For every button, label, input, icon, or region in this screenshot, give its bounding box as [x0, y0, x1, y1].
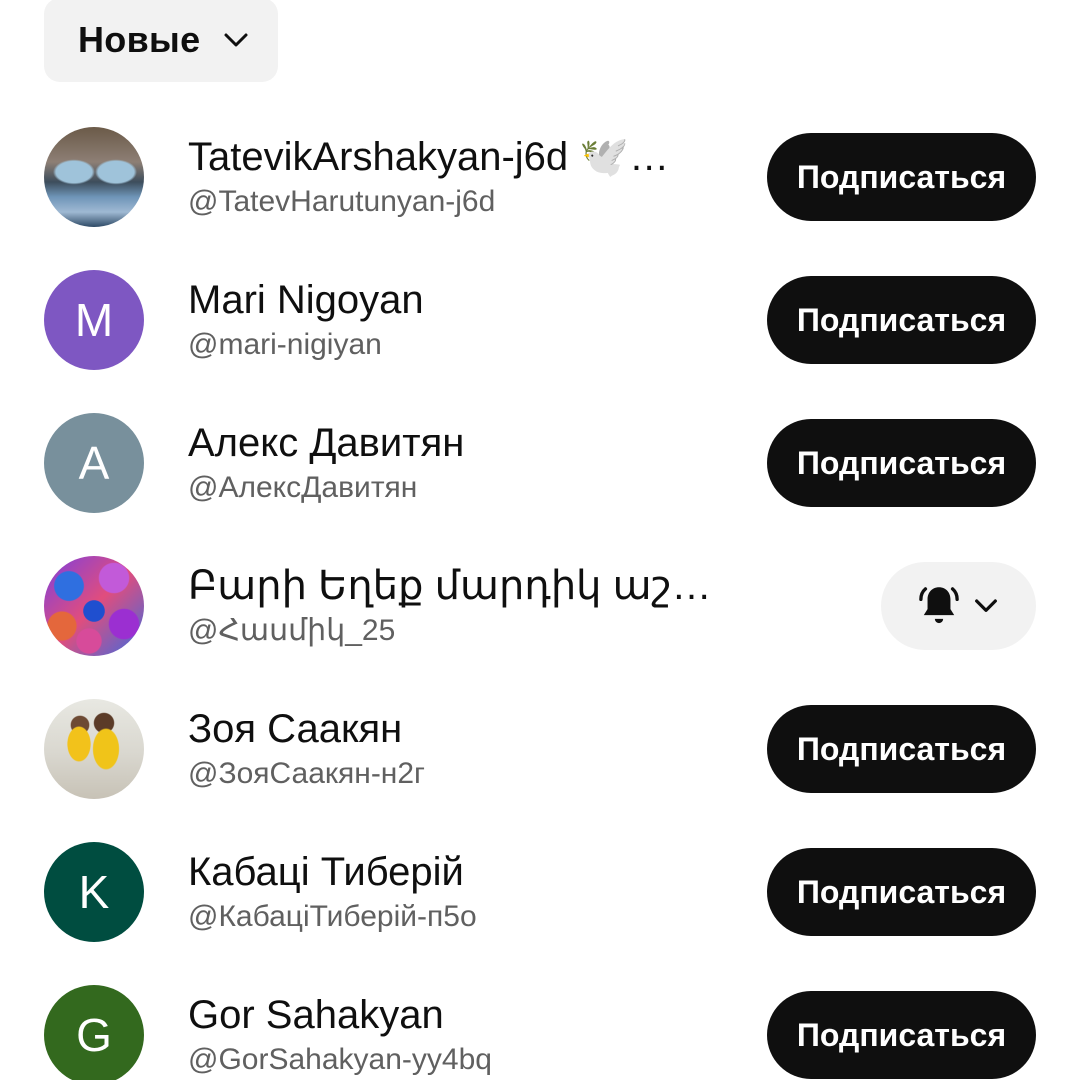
channel-name: Кабаці Тиберій	[188, 850, 464, 894]
avatar[interactable]: G	[44, 985, 144, 1080]
avatar[interactable]: M	[44, 270, 144, 370]
subscribe-button[interactable]: Подписаться	[767, 276, 1036, 364]
avatar-letter: A	[78, 437, 110, 489]
channel-handle: @mari-nigiyan	[188, 328, 382, 361]
channel-name: Gor Sahakyan	[188, 993, 444, 1037]
list-item[interactable]: K Кабаці Тиберій @КабаціТиберій-п5о Подписа…	[0, 820, 1080, 963]
channel-info[interactable]: Mari Nigoyan @mari-nigiyan	[188, 272, 718, 366]
subscribe-button[interactable]: Подписаться	[767, 991, 1036, 1079]
bell-icon	[914, 581, 964, 631]
list-item[interactable]: Բարի Եղեք մարդիկ աշխար... @Հասմիկ_25	[0, 534, 1080, 677]
avatar[interactable]	[44, 127, 144, 227]
chevron-down-icon	[970, 589, 1004, 623]
sort-dropdown[interactable]: Новые	[44, 0, 278, 82]
notification-settings-button[interactable]	[881, 562, 1036, 650]
channel-handle: @GorSahakyan-yy4bq	[188, 1043, 492, 1076]
subscribers-page: Новые TatevikArshakyan-j6d 🕊️… @TatevHaru…	[0, 0, 1080, 1080]
list-item[interactable]: TatevikArshakyan-j6d 🕊️… @TatevHarutunyan…	[0, 105, 1080, 248]
avatar[interactable]: A	[44, 413, 144, 513]
list-item[interactable]: G Gor Sahakyan @GorSahakyan-yy4bq Подписать…	[0, 963, 1080, 1080]
channel-info[interactable]: Зоя Саакян @ЗояСаакян-н2г	[188, 701, 718, 795]
channel-name: Բարի Եղեք մարդիկ աշխար...	[188, 564, 718, 608]
channel-handle: @Հասմիկ_25	[188, 614, 396, 647]
channel-info[interactable]: Алекс Давитян @АлексДавитян	[188, 415, 718, 509]
channel-info[interactable]: Кабаці Тиберій @КабаціТиберій-п5о	[188, 844, 718, 938]
list-item[interactable]: M Mari Nigoyan @mari-nigiyan Подписаться	[0, 248, 1080, 391]
subscribe-button[interactable]: Подписаться	[767, 848, 1036, 936]
avatar-letter: M	[74, 294, 114, 346]
subscribe-button[interactable]: Подписаться	[767, 705, 1036, 793]
avatar[interactable]	[44, 556, 144, 656]
channel-info[interactable]: Gor Sahakyan @GorSahakyan-yy4bq	[188, 987, 718, 1080]
channel-info[interactable]: TatevikArshakyan-j6d 🕊️… @TatevHarutunyan…	[188, 129, 718, 223]
channel-handle: @TatevHarutunyan-j6d	[188, 185, 496, 218]
channel-handle: @АлексДавитян	[188, 471, 418, 504]
chevron-down-icon	[220, 24, 252, 56]
subscribe-button[interactable]: Подписаться	[767, 133, 1036, 221]
avatar[interactable]	[44, 699, 144, 799]
avatar-letter: G	[76, 1009, 112, 1061]
sort-label: Новые	[78, 19, 201, 60]
list-item[interactable]: Зоя Саакян @ЗояСаакян-н2г Подписаться	[0, 677, 1080, 820]
avatar[interactable]: K	[44, 842, 144, 942]
channel-name: Алекс Давитян	[188, 421, 465, 465]
channel-name: Mari Nigoyan	[188, 278, 424, 322]
channel-handle: @ЗояСаакян-н2г	[188, 757, 425, 790]
channel-info[interactable]: Բարի Եղեք մարդիկ աշխար... @Հասմիկ_25	[188, 558, 718, 652]
list-item[interactable]: A Алекс Давитян @АлексДавитян Подписаться	[0, 391, 1080, 534]
subscribe-button[interactable]: Подписаться	[767, 419, 1036, 507]
subscriber-list: TatevikArshakyan-j6d 🕊️… @TatevHarutunyan…	[0, 105, 1080, 1080]
channel-name: Зоя Саакян	[188, 707, 403, 751]
avatar-letter: K	[78, 866, 110, 918]
channel-handle: @КабаціТиберій-п5о	[188, 900, 477, 933]
channel-name: TatevikArshakyan-j6d 🕊️…	[188, 135, 670, 179]
